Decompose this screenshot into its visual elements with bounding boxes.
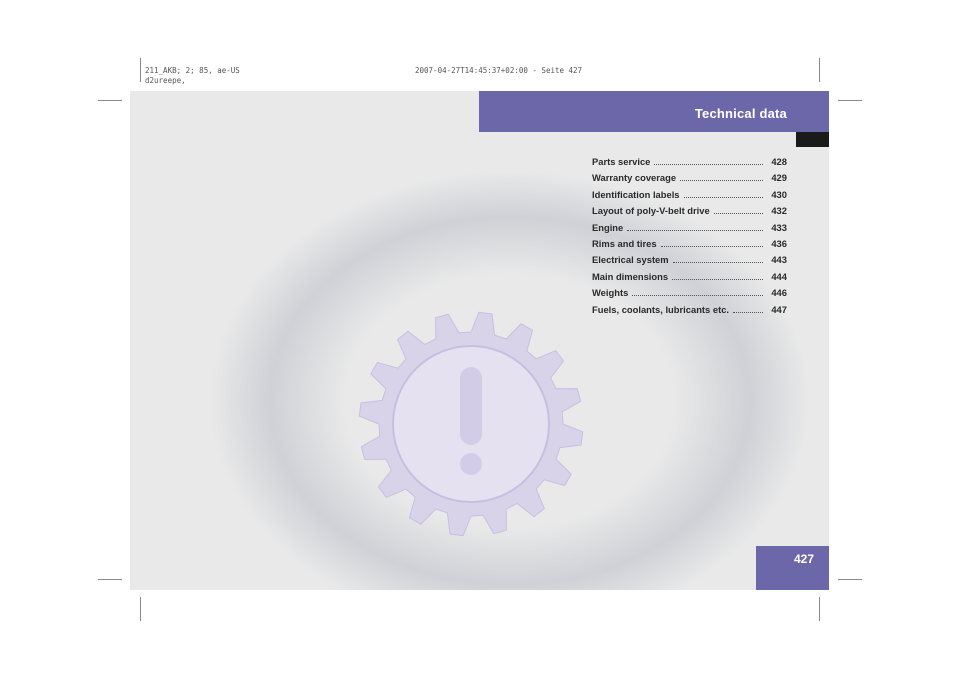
toc-item-label: Parts service	[592, 156, 651, 167]
toc-item-page: 443	[771, 254, 787, 266]
crop-mark	[838, 579, 862, 580]
toc-leader-dots	[627, 229, 763, 231]
table-of-contents: Parts service 428 Warranty coverage 429 …	[592, 156, 787, 320]
toc-leader-dots	[713, 212, 763, 215]
toc-item-label: Main dimensions	[592, 270, 669, 282]
toc-leader-dots	[654, 163, 763, 165]
toc-item-label: Fuels, coolants, lubricants etc.	[592, 303, 730, 315]
toc-leader-dots	[683, 196, 763, 198]
crop-mark	[140, 597, 141, 621]
toc-leader-dots	[680, 179, 763, 182]
print-meta-left-line2: d2ureepe,	[145, 76, 186, 85]
toc-item-page: 444	[771, 270, 787, 282]
print-meta-left-line1: 211_AKB; 2; 85, ae-US	[145, 66, 240, 75]
toc-item-page: 429	[771, 172, 787, 184]
crop-mark	[838, 100, 862, 101]
toc-item[interactable]: Weights 446	[592, 287, 787, 303]
print-meta-left: 211_AKB; 2; 85, ae-US d2ureepe,	[145, 66, 240, 86]
toc-item[interactable]: Warranty coverage 429	[592, 172, 787, 188]
crop-mark	[98, 100, 122, 101]
toc-item[interactable]: Rims and tires 436	[592, 238, 787, 254]
crop-mark	[819, 58, 820, 82]
toc-leader-dots	[672, 278, 763, 280]
crop-mark	[819, 597, 820, 621]
toc-leader-dots	[733, 311, 763, 313]
toc-leader-dots	[672, 261, 763, 264]
toc-item-label: Electrical system	[592, 254, 669, 266]
section-header: Technical data	[479, 91, 829, 132]
gear-warning-icon	[358, 311, 584, 537]
toc-item-label: Engine	[592, 221, 624, 233]
toc-item-label: Weights	[592, 287, 629, 299]
toc-item-label: Warranty coverage	[592, 172, 677, 184]
toc-item[interactable]: Electrical system 443	[592, 254, 787, 270]
toc-item-label: Identification labels	[592, 188, 680, 200]
toc-item-label: Layout of poly-V-belt drive	[592, 205, 710, 217]
manual-page: Technical data Parts service 428 Warrant…	[130, 91, 829, 590]
toc-item[interactable]: Engine 433	[592, 222, 787, 238]
toc-item-page: 447	[771, 303, 787, 315]
toc-item[interactable]: Parts service 428	[592, 156, 787, 172]
section-tab-marker	[796, 132, 829, 147]
crop-mark	[140, 58, 141, 82]
toc-item[interactable]: Fuels, coolants, lubricants etc. 447	[592, 304, 787, 320]
toc-item[interactable]: Main dimensions 444	[592, 271, 787, 287]
print-meta-right: 2007-04-27T14:45:37+02:00 - Seite 427	[415, 66, 583, 75]
toc-leader-dots	[632, 294, 763, 297]
toc-leader-dots	[660, 245, 763, 247]
toc-item[interactable]: Layout of poly-V-belt drive 432	[592, 205, 787, 221]
toc-item-page: 430	[771, 188, 787, 200]
toc-item-page: 428	[771, 156, 787, 167]
toc-item-page: 446	[771, 287, 787, 299]
section-title: Technical data	[694, 106, 787, 121]
toc-item-page: 432	[771, 205, 787, 217]
page-number-band: 427	[756, 546, 829, 590]
toc-item-label: Rims and tires	[592, 237, 657, 249]
toc-item-page: 433	[771, 221, 787, 233]
page-number: 427	[793, 552, 814, 566]
toc-item-page: 436	[771, 237, 787, 249]
toc-item[interactable]: Identification labels 430	[592, 189, 787, 205]
crop-mark	[98, 579, 122, 580]
